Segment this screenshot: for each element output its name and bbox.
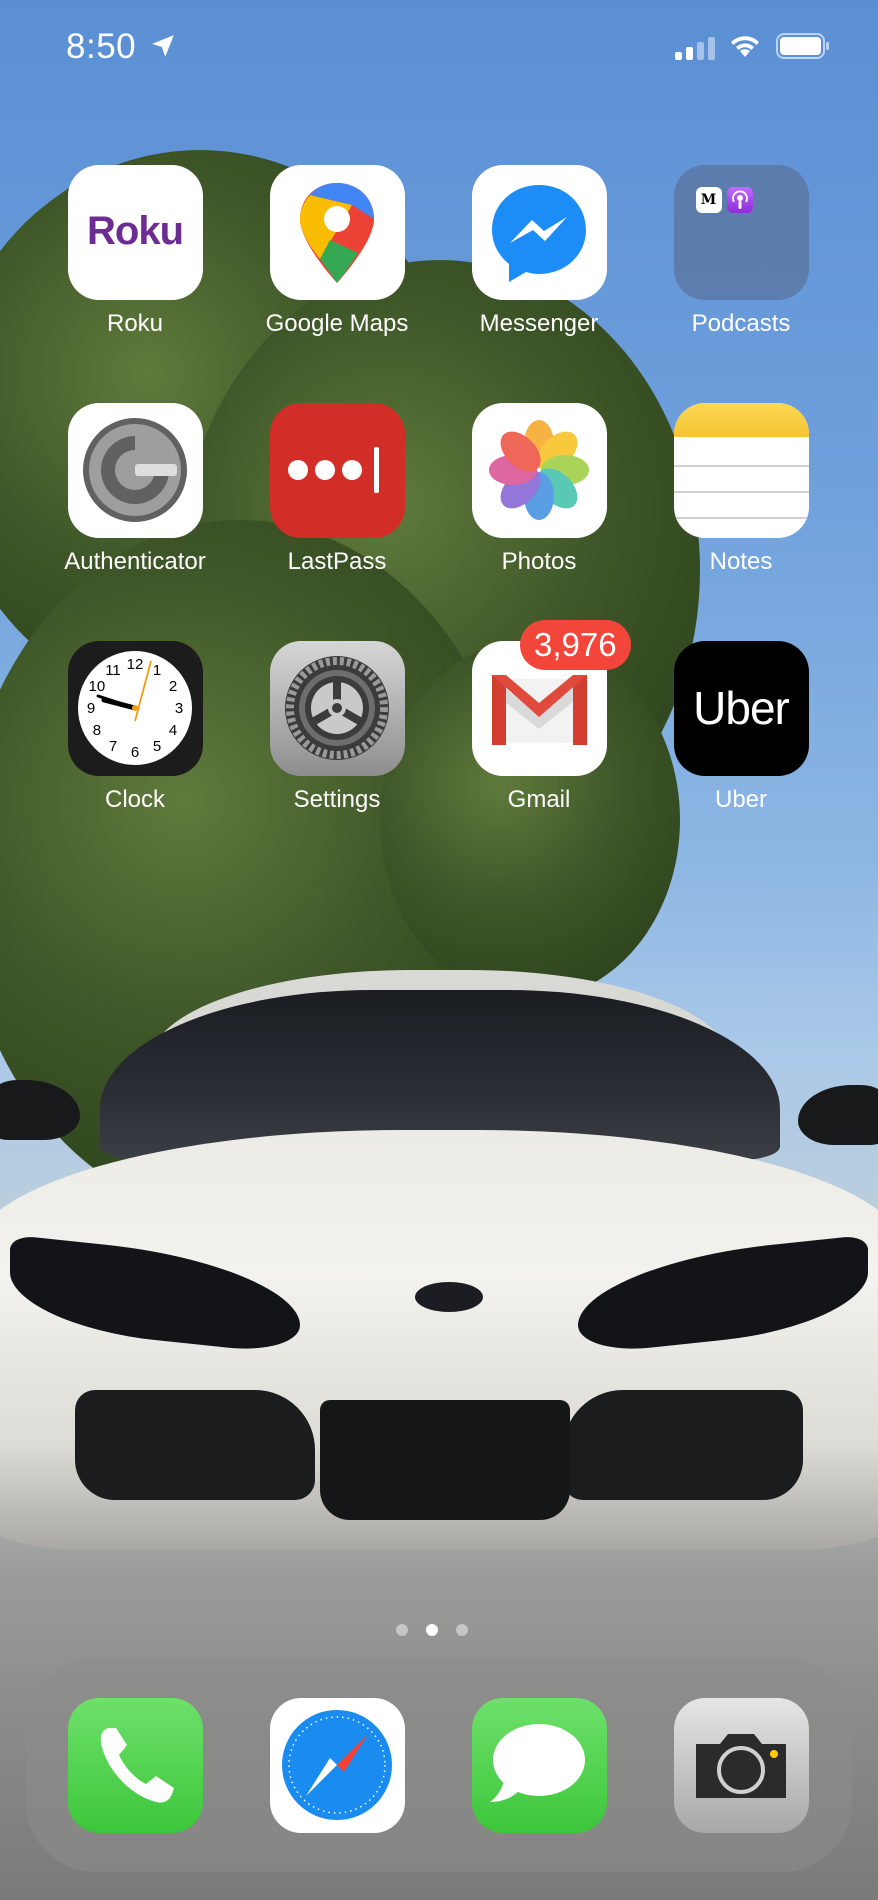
app-photos[interactable]: Photos	[439, 403, 639, 576]
clock-number: 6	[130, 744, 138, 761]
clock-number: 3	[174, 700, 182, 717]
app-label: Clock	[104, 786, 165, 813]
app-roku[interactable]: Roku Roku	[35, 165, 235, 338]
settings-icon	[269, 641, 405, 776]
app-label: Gmail	[507, 786, 571, 813]
clock-number: 10	[88, 678, 105, 695]
camera-app[interactable]	[674, 1698, 809, 1833]
phone-app[interactable]	[68, 1698, 203, 1833]
notes-icon	[673, 403, 809, 538]
app-settings[interactable]: Settings	[237, 641, 437, 814]
clock-number: 4	[168, 722, 176, 739]
page-indicator[interactable]	[396, 1624, 468, 1636]
clock-number: 11	[105, 662, 121, 679]
page-dot-active	[426, 1624, 438, 1636]
app-notes[interactable]: Notes	[641, 403, 841, 576]
app-lastpass[interactable]: LastPass	[237, 403, 437, 576]
app-messenger[interactable]: Messenger	[439, 165, 639, 338]
clock-number: 8	[92, 722, 100, 739]
phone-icon	[100, 1728, 174, 1803]
clock-number: 2	[168, 678, 176, 695]
podcasts-mini-icon	[726, 187, 753, 213]
cellular-signal-icon	[675, 36, 715, 60]
google-maps-icon	[269, 165, 405, 300]
messenger-icon	[471, 165, 607, 300]
app-label: Notes	[709, 548, 773, 575]
app-folder-podcasts[interactable]: M Podcasts	[641, 165, 841, 338]
app-label: Google Maps	[265, 310, 409, 337]
battery-icon	[776, 33, 829, 59]
page-dot	[456, 1624, 468, 1636]
app-label: Roku	[106, 310, 164, 337]
app-google-maps[interactable]: Google Maps	[237, 165, 437, 338]
photos-icon	[471, 403, 607, 538]
status-time: 8:50	[66, 27, 137, 66]
wifi-icon	[731, 36, 759, 57]
clock-number: 7	[108, 738, 116, 755]
messages-app[interactable]	[472, 1698, 607, 1833]
camera-icon	[696, 1734, 786, 1798]
clock-icon: 12 1 2 3 4 5 6 7 8 9 10 11	[67, 641, 203, 776]
app-label: Podcasts	[691, 310, 791, 337]
app-clock[interactable]: 12 1 2 3 4 5 6 7 8 9 10 11 Clock	[35, 641, 235, 814]
app-label: LastPass	[287, 548, 387, 575]
location-arrow-icon	[152, 35, 174, 57]
safari-icon	[282, 1710, 392, 1820]
uber-icon: Uber	[673, 641, 809, 776]
app-label: Uber	[714, 786, 768, 813]
roku-icon: Roku	[67, 165, 203, 300]
gmail-notification-badge: 3,976	[520, 620, 631, 670]
safari-app[interactable]	[270, 1698, 405, 1833]
clock-number: 5	[152, 738, 160, 755]
page-dot	[396, 1624, 408, 1636]
clock-number: 9	[86, 700, 94, 717]
app-uber[interactable]: Uber Uber	[641, 641, 841, 814]
app-label: Messenger	[479, 310, 599, 337]
folder-icon: M	[673, 165, 809, 300]
authenticator-icon	[67, 403, 203, 538]
clock-number: 1	[152, 662, 160, 679]
app-label: Authenticator	[64, 548, 206, 575]
clock-number: 12	[126, 656, 143, 673]
dock	[26, 1658, 852, 1872]
app-label: Photos	[501, 548, 577, 575]
medium-app-mini-icon: M	[695, 187, 722, 213]
app-authenticator[interactable]: Authenticator	[35, 403, 235, 576]
status-bar: 8:50	[0, 0, 878, 96]
app-label: Settings	[293, 786, 381, 813]
messages-icon	[490, 1724, 585, 1802]
lastpass-icon	[269, 403, 405, 538]
